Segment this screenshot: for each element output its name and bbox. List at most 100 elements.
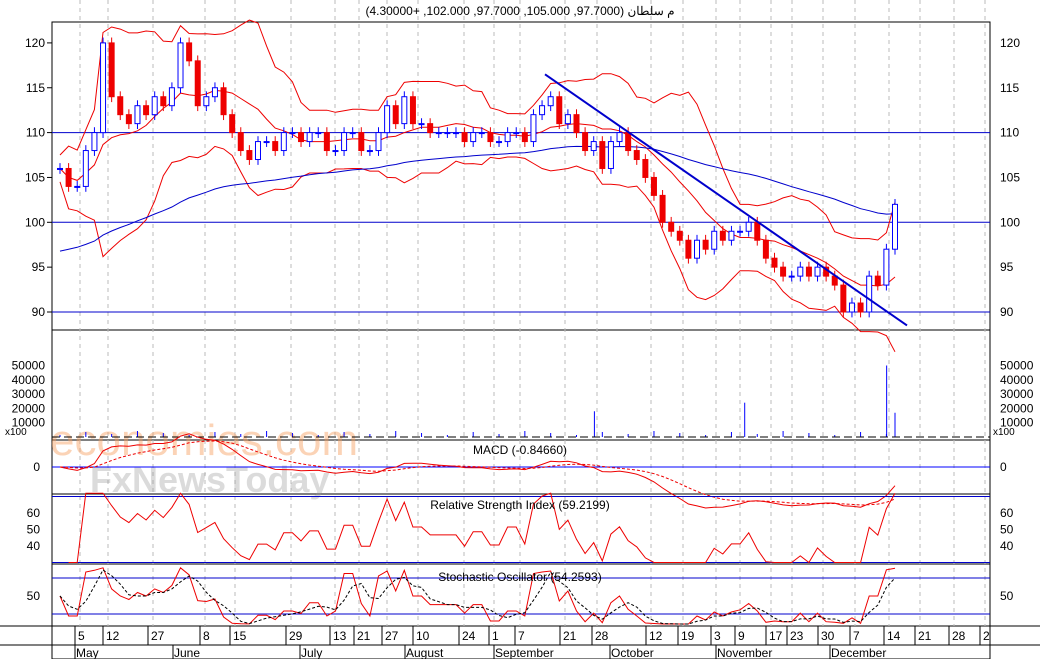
- candle-body: [840, 284, 847, 313]
- x-tick-label: 7: [853, 629, 860, 643]
- moving-average-long: [59, 145, 896, 252]
- stoch-label: Stochastic Oscillator (54.2593): [438, 570, 601, 584]
- volume-tick-label: 40000: [12, 373, 46, 387]
- candle-body: [659, 194, 666, 223]
- month-label: May: [76, 646, 99, 659]
- candle-body: [160, 96, 167, 107]
- candle-body: [547, 96, 554, 107]
- x-tick-label: 29: [289, 629, 303, 643]
- rsi-tick-label: 60: [1000, 506, 1014, 520]
- candle-body: [788, 275, 795, 278]
- candle-body: [272, 141, 279, 152]
- x-tick-label: 2: [983, 629, 990, 643]
- candle-body: [168, 87, 175, 107]
- candle-body: [711, 230, 718, 250]
- month-label: August: [406, 646, 444, 659]
- candle-body: [143, 105, 150, 116]
- volume-tick-label: 30000: [1000, 387, 1034, 401]
- month-label: July: [301, 646, 322, 659]
- stoch-tick-label: 50: [1000, 589, 1014, 603]
- candle-body: [91, 132, 98, 152]
- candle-body: [461, 132, 468, 143]
- candle-body: [375, 132, 382, 152]
- x-tick-label: 8: [203, 629, 210, 643]
- candle-body: [194, 60, 201, 107]
- bollinger-lower: [59, 145, 896, 353]
- candle-body: [186, 42, 193, 62]
- candle-body: [452, 132, 459, 135]
- candle-body: [478, 132, 485, 135]
- candle-body: [401, 96, 408, 125]
- price-tick-label: 110: [26, 126, 45, 140]
- candle-body: [487, 132, 494, 143]
- candle-body: [108, 42, 115, 98]
- candle-body: [607, 141, 614, 169]
- candle-body: [582, 132, 589, 152]
- candle-body: [625, 132, 632, 152]
- candle-body: [125, 114, 132, 125]
- x-tick-label: 12: [106, 629, 120, 643]
- x-tick-label: 28: [952, 629, 966, 643]
- rsi-tick-label: 40: [27, 539, 41, 553]
- candle-body: [590, 141, 597, 152]
- price-tick-label: 120: [25, 36, 45, 50]
- candle-body: [392, 105, 399, 125]
- chart-title: م سلطان (97.7000, 105.000, 97.7000, 102.…: [365, 4, 674, 18]
- candle-body: [117, 96, 124, 116]
- macd-tick-label: 0: [1000, 460, 1007, 474]
- month-label: December: [831, 646, 886, 659]
- candle-body: [530, 114, 537, 143]
- candle-body: [306, 132, 313, 143]
- candle-body: [298, 132, 305, 143]
- watermark-economies: economies.com: [50, 416, 358, 465]
- candle-body: [349, 132, 356, 135]
- candle-body: [814, 266, 821, 277]
- x-tick-label: 27: [151, 629, 165, 643]
- x-tick-label: 27: [385, 629, 399, 643]
- rsi-tick-label: 50: [1000, 523, 1014, 537]
- candle-body: [203, 96, 210, 107]
- candle-body: [633, 150, 640, 161]
- candle-body: [323, 132, 330, 152]
- price-tick-label: 115: [26, 81, 45, 95]
- candle-body: [797, 266, 804, 277]
- candle-body: [418, 123, 425, 126]
- rsi-tick-label: 40: [1000, 539, 1014, 553]
- x-tick-label: 19: [681, 629, 695, 643]
- candle-body: [229, 114, 236, 134]
- macd-label: MACD (-0.84660): [473, 443, 567, 457]
- candle-body: [745, 221, 752, 232]
- candle-body: [650, 176, 657, 196]
- price-tick-label: 105: [1000, 170, 1020, 184]
- x-tick-label: 21: [918, 629, 932, 643]
- stoch-tick-label: 50: [27, 589, 41, 603]
- rsi-label: Relative Strength Index (59.2199): [430, 498, 609, 512]
- candle-body: [521, 132, 528, 143]
- x-tick-label: 24: [462, 629, 476, 643]
- candle-body: [237, 132, 244, 152]
- volume-tick-label: 40000: [1000, 373, 1034, 387]
- x-tick-label: 21: [563, 629, 577, 643]
- macd-tick-label: 0: [33, 460, 40, 474]
- candle-body: [599, 141, 606, 169]
- candle-body: [211, 87, 218, 98]
- price-tick-label: 110: [1000, 126, 1019, 140]
- candle-body: [616, 132, 623, 143]
- candle-body: [332, 150, 339, 153]
- candle-body: [573, 114, 580, 134]
- month-label: June: [174, 646, 200, 659]
- volume-tick-label: 20000: [12, 401, 46, 415]
- candle-body: [65, 167, 72, 187]
- x-tick-label: 17: [769, 629, 783, 643]
- rsi-tick-label: 60: [27, 506, 41, 520]
- stock-chart: 5 12 27 8 15 29 13 21 27 10 24 1 7 21 28 12 19 3 9 17 23 30 7 1…: [0, 0, 1040, 660]
- volume-unit-left: x100: [5, 427, 27, 438]
- volume-tick-label: 20000: [1000, 401, 1034, 415]
- candle-body: [246, 150, 253, 161]
- candle-body: [134, 105, 141, 125]
- candle-body: [427, 123, 434, 134]
- candle-body: [263, 141, 270, 144]
- candle-body: [409, 96, 416, 125]
- x-tick-label: 1: [492, 629, 499, 643]
- candle-body: [513, 132, 520, 135]
